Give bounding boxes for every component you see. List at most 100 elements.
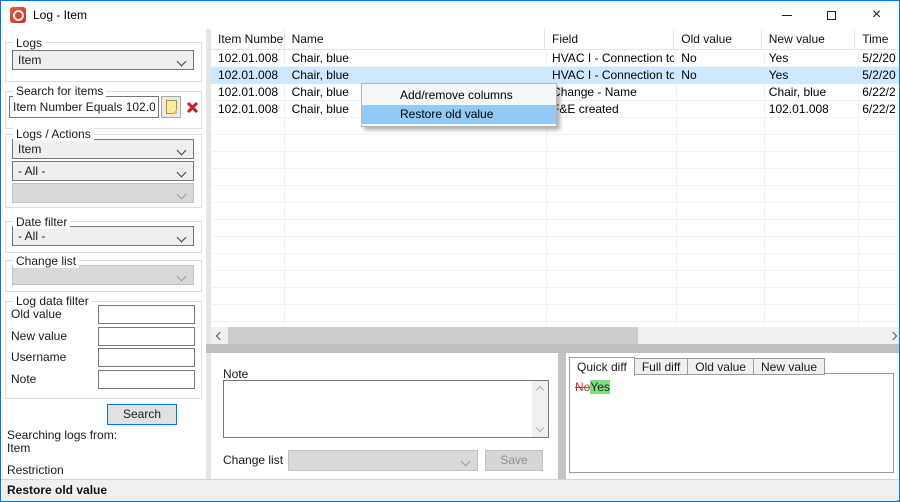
context-menu: Add/remove columnsRestore old value [361, 83, 557, 127]
table-header: Item NumberNameFieldOld valueNew valueTi… [211, 29, 900, 50]
chevron-down-icon [177, 233, 187, 243]
menu-item-restore-old-value[interactable]: Restore old value [362, 105, 556, 124]
table-cell: Chair, blue [762, 84, 855, 101]
save-button[interactable]: Save [485, 450, 543, 471]
caption-buttons: × [764, 1, 899, 29]
panel-divider[interactable] [558, 353, 566, 479]
searching-from-value: Item [7, 441, 30, 455]
search-items-input[interactable] [9, 96, 159, 118]
table-cell: 6/22/2 [855, 84, 900, 101]
table-cell: 102.01.008 [211, 84, 285, 101]
filter-input-old-value[interactable] [98, 305, 195, 324]
table-cell: Yes [762, 50, 855, 67]
scroll-down-arrow[interactable] [536, 424, 544, 432]
date-filter-select[interactable]: - All - [12, 226, 194, 246]
scroll-left-arrow[interactable] [211, 327, 228, 344]
column-header-time[interactable]: Time [855, 29, 900, 49]
table-cell: 5/2/20 [855, 67, 900, 84]
table-cell [674, 84, 762, 101]
logs-actions-label: Logs / Actions [13, 127, 94, 141]
table-cell: 102.01.008 [211, 67, 285, 84]
note-input[interactable] [223, 380, 549, 438]
table-cell: 102.01.008 [762, 101, 855, 118]
column-header-item-number[interactable]: Item Number [211, 29, 285, 49]
table-cell: 102.01.008 [211, 101, 285, 118]
scroll-right-arrow[interactable] [884, 327, 900, 344]
search-button[interactable]: Search [107, 404, 177, 425]
table-cell: Chair, blue [285, 67, 545, 84]
logs-actions-select-2[interactable]: - All - [12, 161, 194, 181]
filter-label-note: Note [11, 372, 36, 386]
chevron-down-icon [177, 272, 187, 282]
logs-actions-select-1[interactable]: Item [12, 139, 194, 159]
chevron-down-icon [177, 168, 187, 178]
logs-select-value: Item [18, 53, 41, 67]
change-list-bottom-label: Change list [223, 453, 283, 467]
maximize-icon [827, 11, 836, 20]
logs-actions-value-2: - All - [18, 164, 45, 178]
sidebar: Logs Item Search for items Logs / Action… [1, 29, 206, 479]
filter-label-new-value: New value [11, 329, 67, 343]
table-row[interactable]: 102.01.008Chair, blueHVAC I - Connection… [211, 50, 900, 67]
close-button[interactable]: × [854, 1, 899, 29]
horizontal-splitter[interactable] [206, 344, 900, 353]
table-cell: Change - Name [545, 84, 674, 101]
change-list-bottom-select[interactable] [288, 450, 478, 471]
column-header-field[interactable]: Field [545, 29, 674, 49]
table-cell: No [674, 50, 762, 67]
note-panel: Note Change list Save [211, 353, 558, 479]
diff-new-value: Yes [590, 380, 610, 394]
table-cell: HVAC I - Connection to... [545, 50, 674, 67]
filter-input-username[interactable] [98, 348, 195, 367]
table-cell: HVAC I - Connection to... [545, 67, 674, 84]
table-cell: No [674, 67, 762, 84]
scrollbar-thumb[interactable] [228, 327, 638, 344]
minimize-button[interactable] [764, 1, 809, 29]
quick-diff-content: NoYes [569, 373, 894, 473]
tab-new-value[interactable]: New value [754, 358, 825, 375]
change-list-select[interactable] [12, 265, 194, 285]
tab-full-diff[interactable]: Full diff [635, 358, 688, 375]
maximize-button[interactable] [809, 1, 854, 29]
table-cell: Chair, blue [285, 50, 545, 67]
note-scrollbar[interactable] [532, 381, 548, 437]
chevron-down-icon [177, 146, 187, 156]
clear-search-button[interactable] [182, 96, 202, 118]
diff-old-value: No [575, 380, 590, 394]
logs-actions-select-3[interactable] [12, 183, 194, 203]
table-horizontal-scrollbar[interactable] [211, 327, 900, 344]
table-cell: Yes [762, 67, 855, 84]
date-filter-value: - All - [18, 229, 45, 243]
filter-input-note[interactable] [98, 370, 195, 389]
search-for-items-label: Search for items [13, 84, 106, 98]
tab-quick-diff[interactable]: Quick diff [569, 357, 635, 376]
chevron-down-icon [177, 190, 187, 200]
edit-search-button[interactable] [161, 96, 181, 118]
log-item-window: Log - Item × Logs Item Search for items … [0, 0, 900, 502]
column-header-name[interactable]: Name [285, 29, 545, 49]
table-row[interactable]: 102.01.008Chair, blueHVAC I - Connection… [211, 67, 900, 84]
chevron-down-icon [461, 457, 471, 467]
logs-actions-value-1: Item [18, 142, 41, 156]
titlebar[interactable]: Log - Item × [1, 1, 899, 29]
logs-group-label: Logs [13, 36, 45, 50]
resize-grip[interactable] [893, 496, 895, 498]
menu-item-add-remove-columns[interactable]: Add/remove columns [362, 86, 556, 105]
minimize-icon [782, 15, 792, 16]
note-page-icon [166, 100, 177, 114]
table-cell: 6/22/2 [855, 101, 900, 118]
filter-label-username: Username [11, 350, 66, 364]
filter-input-new-value[interactable] [98, 327, 195, 346]
window-title: Log - Item [33, 1, 87, 29]
scroll-up-arrow[interactable] [536, 386, 544, 394]
chevron-down-icon [177, 57, 187, 67]
column-header-old-value[interactable]: Old value [674, 29, 762, 49]
table-cell: F&E created [545, 101, 674, 118]
note-label: Note [223, 367, 248, 381]
filter-label-old-value: Old value [11, 307, 62, 321]
tab-old-value[interactable]: Old value [688, 358, 754, 375]
change-list-label: Change list [13, 254, 79, 268]
logs-select[interactable]: Item [12, 50, 194, 70]
table-cell: 102.01.008 [211, 50, 285, 67]
column-header-new-value[interactable]: New value [762, 29, 855, 49]
